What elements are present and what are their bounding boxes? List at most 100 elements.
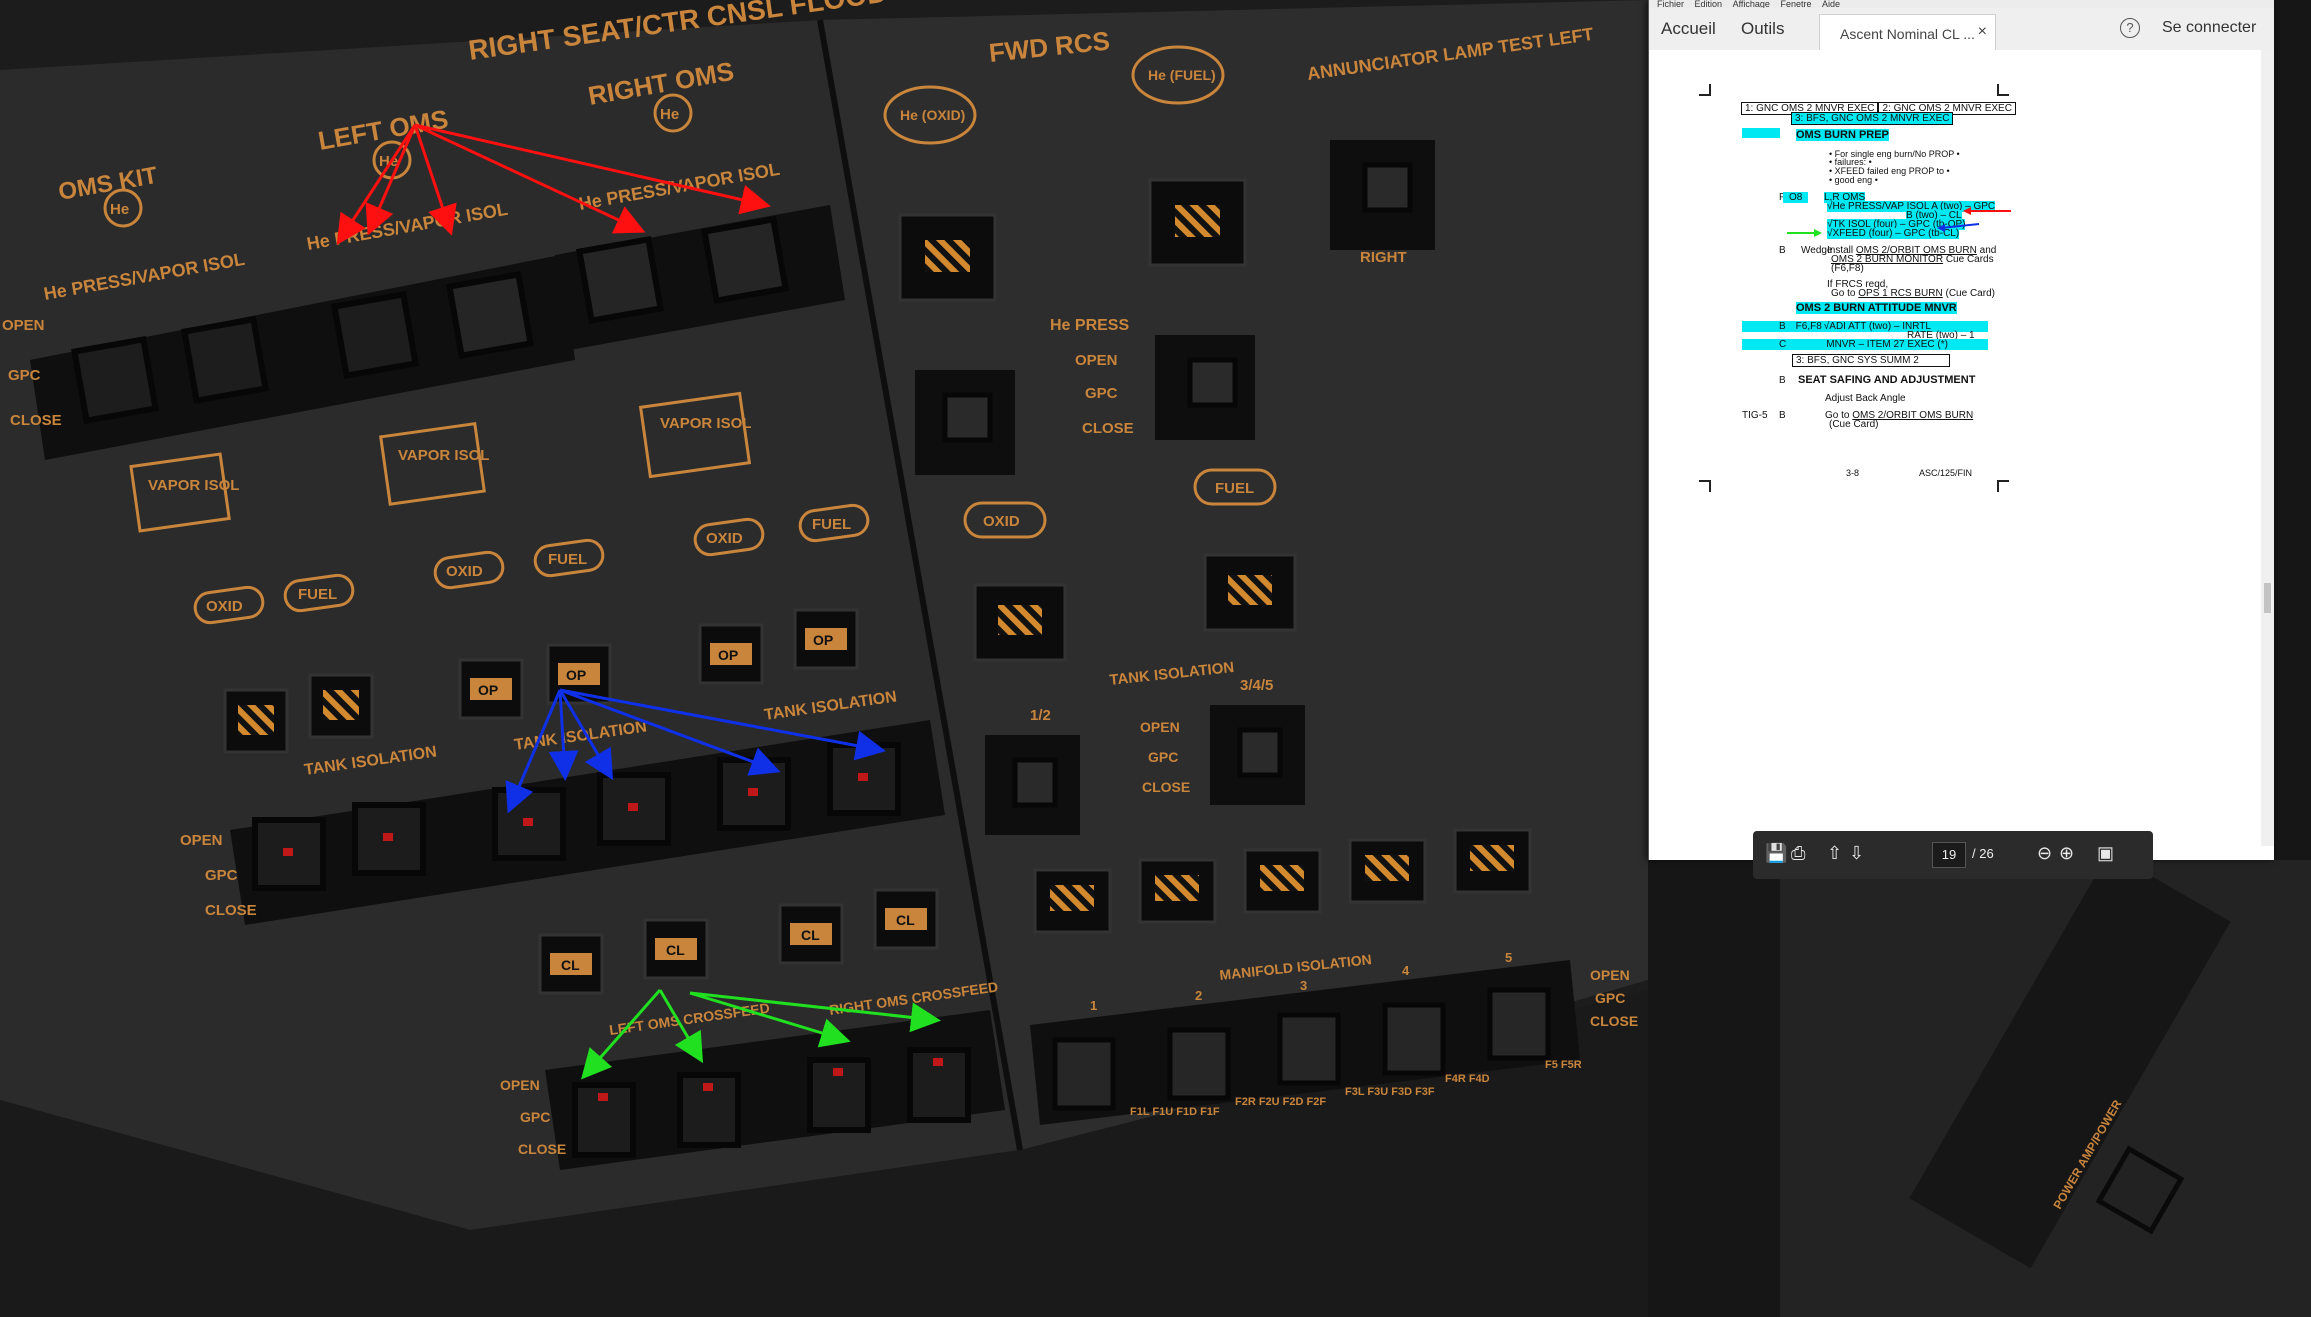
close-icon[interactable]: × — [1978, 23, 1987, 41]
page-up-icon[interactable]: ⇧ — [1827, 843, 1842, 864]
tab-tools[interactable]: Outils — [1741, 19, 1784, 39]
svg-text:VAPOR ISOL: VAPOR ISOL — [660, 415, 751, 432]
svg-text:CL: CL — [561, 957, 580, 973]
menu-item[interactable]: Edition — [1695, 0, 1723, 8]
open-label-top: OPEN — [2, 317, 45, 334]
print-icon[interactable]: ⎙ — [1791, 843, 1805, 864]
manifold-talkback-2 — [1138, 858, 1217, 924]
talkback-xfeed-right-a: CL — [778, 903, 844, 965]
svg-text:OXID: OXID — [206, 598, 243, 615]
close-label-bottom: CLOSE — [518, 1141, 566, 1157]
zoom-in-icon[interactable]: ⊕ — [2059, 843, 2074, 864]
page-navigation-bar: 💾 ⎙ ⇧ ⇩ 19 / 26 ⊖ ⊕ ▣ — [1753, 831, 2153, 879]
tank-isol-switch-4[interactable] — [597, 772, 671, 846]
manifold-switch-4[interactable] — [1382, 1002, 1446, 1076]
manifold-num-1: 1 — [1090, 998, 1097, 1013]
tank-isol-switch-2[interactable] — [352, 802, 426, 876]
open-label-manifold: OPEN — [1590, 967, 1630, 983]
manifold-switch-3[interactable] — [1277, 1012, 1341, 1086]
page-down-icon[interactable]: ⇩ — [1849, 843, 1864, 864]
xfeed-switch-3[interactable] — [807, 1057, 871, 1133]
thruster-f3: F3L F3U F3D F3F — [1345, 1086, 1435, 1098]
manifold-switch-1[interactable] — [1052, 1037, 1116, 1111]
manifold-num-3: 3 — [1300, 978, 1307, 993]
svg-text:FUEL: FUEL — [812, 516, 851, 533]
thruster-f1: F1L F1U F1D F1F — [1130, 1106, 1220, 1118]
talkback-tank-right-a: OP — [698, 623, 764, 685]
svg-text:OXID: OXID — [983, 513, 1020, 530]
doc-annotation-arrows — [1787, 207, 2011, 237]
he-press-switch-right-b[interactable] — [700, 215, 790, 305]
tank-isol-switch-5[interactable] — [717, 757, 791, 831]
tank-isol-switch-6[interactable] — [827, 742, 901, 816]
he-press-fwd-switch-a[interactable] — [915, 370, 1015, 475]
open-label-mid: OPEN — [180, 832, 223, 849]
close-label-manifold: CLOSE — [1590, 1013, 1638, 1029]
svg-text:OP: OP — [718, 647, 738, 663]
document-page: 1: GNC OMS 2 MNVR EXEC 2: GNC OMS 2 MNVR … — [1649, 50, 2261, 879]
close-label-fwd2: CLOSE — [1142, 779, 1190, 795]
viewer-toolbar: Accueil Outils Ascent Nominal CL ... × ?… — [1649, 8, 2274, 58]
tank-isol-switch-1[interactable] — [252, 817, 326, 891]
manifold-num-4: 4 — [1402, 963, 1410, 978]
he-press-switch-kit-a[interactable] — [70, 335, 160, 425]
manifold-talkback-5 — [1453, 828, 1532, 894]
svg-text:CL: CL — [666, 942, 685, 958]
svg-text:He: He — [110, 201, 129, 218]
annunciator-switch[interactable] — [1330, 140, 1435, 250]
xfeed-switch-2[interactable] — [677, 1072, 741, 1148]
talkback-fwd-tank-345 — [1203, 553, 1297, 632]
help-icon[interactable]: ? — [2120, 18, 2140, 38]
manifold-num-2: 2 — [1195, 988, 1202, 1003]
tab-document[interactable]: Ascent Nominal CL ... × — [1819, 14, 1996, 51]
svg-text:OXID: OXID — [706, 530, 743, 547]
tank-12-label: 1/2 — [1030, 707, 1051, 724]
talkback-xfeed-left-b: CL — [643, 918, 709, 980]
talkback-fwd-he-fuel — [1148, 178, 1247, 267]
manifold-talkback-4 — [1348, 838, 1427, 904]
close-label-top: CLOSE — [10, 412, 62, 429]
annunciator-right-label: RIGHT — [1360, 249, 1407, 266]
tab-home[interactable]: Accueil — [1661, 19, 1716, 39]
menu-item[interactable]: Affichage — [1733, 0, 1770, 8]
he-press-switch-kit-b[interactable] — [180, 315, 270, 405]
fit-icon[interactable]: ▣ — [2097, 843, 2114, 864]
menu-item[interactable]: Fichier — [1657, 0, 1684, 8]
page-total: / 26 — [1972, 846, 1994, 861]
menu-item[interactable]: Fenetre — [1780, 0, 1811, 8]
zoom-out-icon[interactable]: ⊖ — [2037, 843, 2052, 864]
thruster-f5: F5 F5R — [1545, 1059, 1582, 1071]
he-press-switch-left-a[interactable] — [330, 290, 420, 380]
svg-text:He (FUEL): He (FUEL) — [1148, 67, 1216, 83]
svg-text:CL: CL — [801, 927, 820, 943]
menu-item[interactable]: Aide — [1822, 0, 1840, 8]
vertical-scrollbar[interactable] — [2261, 50, 2274, 846]
fwd-tank-switch-345[interactable] — [1210, 705, 1305, 805]
scrollbar-thumb[interactable] — [2264, 583, 2271, 613]
talkback-fwd-he-oxid — [898, 213, 997, 302]
manifold-switch-2[interactable] — [1167, 1027, 1231, 1101]
svg-text:VAPOR ISOL: VAPOR ISOL — [398, 447, 489, 464]
thruster-f4: F4R F4D — [1445, 1073, 1490, 1085]
fwd-tank-switch-12[interactable] — [985, 735, 1080, 835]
he-press-fwd-switch-b[interactable] — [1155, 335, 1255, 440]
talkback-tank-left-b — [308, 673, 374, 739]
xfeed-switch-4[interactable] — [907, 1047, 971, 1123]
tank-isol-switch-3[interactable] — [492, 787, 566, 861]
he-press-switch-left-b[interactable] — [445, 270, 535, 360]
open-label-fwd: OPEN — [1075, 352, 1118, 369]
xfeed-switch-1[interactable] — [572, 1082, 636, 1158]
talkback-xfeed-left-a: CL — [538, 933, 604, 995]
login-link[interactable]: Se connecter — [2162, 19, 2256, 37]
manifold-switch-5[interactable] — [1487, 987, 1551, 1061]
he-press-switch-right-a[interactable] — [575, 235, 665, 325]
save-icon[interactable]: 💾 — [1765, 843, 1787, 864]
page-number-input[interactable]: 19 — [1932, 842, 1966, 868]
gpc-label-fwd: GPC — [1085, 385, 1118, 402]
gpc-label-bottom: GPC — [520, 1109, 550, 1125]
menu-bar: Fichier Edition Affichage Fenetre Aide — [1649, 0, 2274, 8]
thruster-f2: F2R F2U F2D F2F — [1235, 1096, 1326, 1108]
gpc-label-fwd2: GPC — [1148, 749, 1178, 765]
gpc-label-mid: GPC — [205, 867, 238, 884]
svg-text:VAPOR ISOL: VAPOR ISOL — [148, 477, 239, 494]
